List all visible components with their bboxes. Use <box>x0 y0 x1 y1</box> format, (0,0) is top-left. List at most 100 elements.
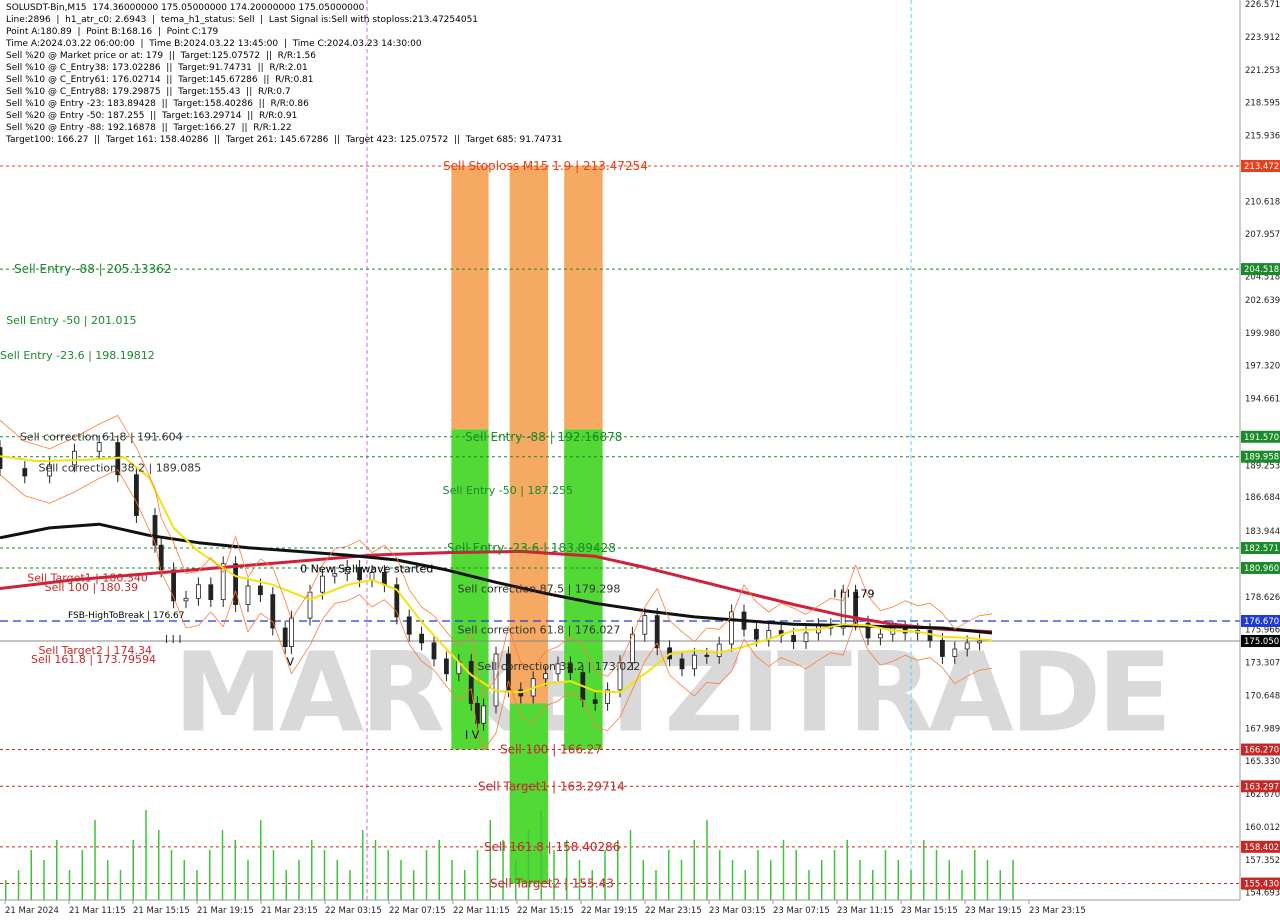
level-label: Sell Target2 | 155.43 <box>490 877 614 891</box>
info-line: Line:2896 | h1_atr_c0: 2.6943 | tema_h1_… <box>6 15 479 25</box>
x-tick-label: 23 Mar 19:15 <box>965 906 1022 916</box>
info-line: Sell %10 @ C_Entry88: 179.29875 || Targe… <box>6 87 291 97</box>
chart-annotation: Sell correction 38.2 | 173.022 <box>477 660 640 673</box>
volume-bar <box>183 860 185 900</box>
volume-bar <box>744 870 746 900</box>
y-tick-label: 170.648 <box>1245 691 1280 701</box>
candle-body <box>940 639 945 657</box>
price-badge-text: 155.430 <box>1244 880 1279 890</box>
volume-bar <box>196 870 198 900</box>
x-tick-label: 22 Mar 11:15 <box>453 906 510 916</box>
fsb-label: FSB-HighToBreak | 176.67 <box>68 611 185 621</box>
volume-bar <box>923 840 925 900</box>
volume-bar <box>476 850 479 900</box>
y-tick-label: 210.618 <box>1245 197 1280 207</box>
candle-body <box>96 442 102 452</box>
x-tick-label: 23 Mar 15:15 <box>901 906 958 916</box>
y-tick-label: 215.936 <box>1245 132 1280 142</box>
volume-bar <box>17 870 20 900</box>
price-badge-text: 213.472 <box>1244 162 1279 172</box>
volume-bar <box>719 850 721 900</box>
price-badge-text: 182.571 <box>1244 544 1279 554</box>
level-label: Sell Target1 | 163.29714 <box>478 779 625 793</box>
info-line: Point A:180.89 | Point B:168.16 | Point … <box>6 27 219 37</box>
volume-bar <box>272 850 275 900</box>
chart-annotation: Sell correction 61.8 | 191.604 <box>20 430 183 443</box>
candle-body <box>692 654 697 670</box>
price-badge-text: 204.518 <box>1244 265 1279 275</box>
candle-body <box>481 705 487 724</box>
volume-bar <box>68 870 71 900</box>
volume-bar <box>438 840 440 900</box>
level-label: Sell 161.8 | 158.40286 <box>484 840 620 854</box>
y-tick-label: 223.912 <box>1245 33 1280 43</box>
candle-body <box>319 575 325 593</box>
candle-body <box>964 642 970 650</box>
chart-area[interactable]: MARKETZITRADE Sell Entry -50 | 201.015 Sel… <box>0 0 1280 920</box>
candle-body <box>282 627 288 647</box>
info-line: Sell %10 @ Entry -23: 183.89428 || Targe… <box>6 99 309 109</box>
target-box-orange <box>451 166 489 430</box>
level-label: Sell Entry -88 | 192.16878 <box>465 430 622 444</box>
x-tick-label: 23 Mar 23:15 <box>1029 906 1086 916</box>
volume-bar <box>425 850 428 900</box>
level-label: Sell Entry -88 | 205.13362 <box>14 262 171 276</box>
candle-body <box>679 658 685 670</box>
volume-bar <box>349 870 351 900</box>
y-tick-label: 175.966 <box>1245 626 1280 636</box>
price-badge-text: 166.270 <box>1244 746 1279 756</box>
price-badge-text: 158.402 <box>1244 843 1279 853</box>
candle-body <box>270 594 276 629</box>
y-tick-label: 189.253 <box>1245 461 1280 471</box>
candle-body <box>791 635 796 643</box>
price-badge-text: 180.960 <box>1244 564 1279 574</box>
candle-body <box>208 584 214 600</box>
volume-bar <box>362 830 364 900</box>
volume-bar <box>910 870 912 900</box>
volume-bar <box>795 850 797 900</box>
chart-annotation: Sell correction 38.2 | 189.085 <box>38 461 201 474</box>
volume-bar <box>706 820 708 900</box>
candle-body <box>952 648 958 657</box>
y-tick-label: 173.307 <box>1245 659 1280 669</box>
volume-bar <box>170 850 173 900</box>
x-tick-label: 22 Mar 23:15 <box>645 906 702 916</box>
level-label: Sell Stoploss M15 1.9 | 213.47254 <box>443 159 648 173</box>
volume-bar <box>642 860 644 900</box>
candle-body <box>878 633 883 639</box>
volume-bar <box>81 850 83 900</box>
volume-bar <box>145 810 147 900</box>
candle-body <box>233 563 239 605</box>
info-line: Target100: 166.27 || Target 161: 158.402… <box>6 135 563 145</box>
candle-body <box>419 633 425 644</box>
volume-bar <box>846 840 848 900</box>
volume-bar <box>234 840 236 900</box>
volume-bar <box>260 820 262 900</box>
x-tick-label: 21 Mar 15:15 <box>133 906 190 916</box>
level-label: Sell 100 | 166.27 <box>500 743 602 757</box>
x-tick-label: 23 Mar 03:15 <box>709 906 766 916</box>
volume-bar <box>668 850 670 900</box>
price-badge-text: 175.050 <box>1244 637 1279 647</box>
price-badge-text: 163.297 <box>1244 782 1279 792</box>
chart-annotation: 0 New Sell wave started <box>300 563 433 576</box>
volume-bar <box>132 840 134 900</box>
volume-bar <box>56 840 58 900</box>
volume-bar <box>833 850 836 900</box>
candle-body <box>642 615 648 635</box>
volume-bar <box>298 860 300 900</box>
volume-bar <box>693 840 695 900</box>
candle-body <box>754 628 759 640</box>
volume-bar <box>30 850 32 900</box>
x-tick-label: 21 Mar 2024 <box>5 906 59 916</box>
candle-body <box>288 617 294 647</box>
volume-bar <box>247 860 249 900</box>
price-badge-text: 191.570 <box>1244 433 1279 443</box>
info-line: Sell %20 @ Entry -50: 187.255 || Target:… <box>6 111 298 121</box>
candle-body <box>257 585 263 596</box>
volume-bar <box>336 860 338 900</box>
chart-annotation: Sell correction 61.8 | 176.027 <box>458 623 621 636</box>
chart-annotation: V <box>286 655 294 668</box>
y-tick-label: 199.980 <box>1245 329 1280 339</box>
volume-bar <box>974 850 976 900</box>
